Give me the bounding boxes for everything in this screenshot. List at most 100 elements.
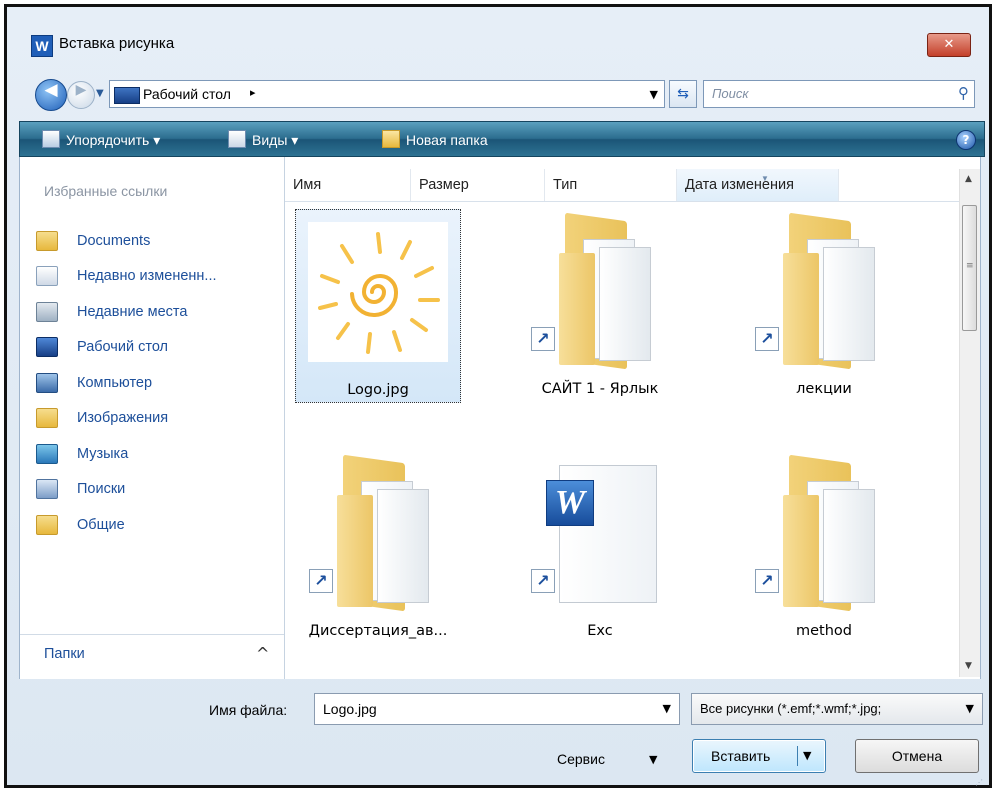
address-dropdown-icon[interactable]: ▼: [650, 88, 658, 101]
shortcut-arrow-icon: ↗: [755, 327, 779, 351]
vertical-scrollbar[interactable]: ▲ ≡ ▼: [959, 169, 980, 677]
address-bar[interactable]: Рабочий стол ▸ ▼: [109, 80, 665, 108]
scroll-up-icon[interactable]: ▲: [965, 174, 972, 184]
folders-label: Папки: [44, 646, 85, 662]
file-item-method[interactable]: ↗ method: [741, 451, 907, 645]
shortcut-arrow-icon: ↗: [755, 569, 779, 593]
resize-grip-icon[interactable]: ⋰: [975, 778, 983, 787]
folder-front: [337, 495, 373, 607]
file-name: САЙТ 1 - Ярлык: [541, 381, 659, 397]
new-folder-label: Новая папка: [406, 132, 488, 148]
tools-button[interactable]: Сервис: [557, 751, 605, 767]
file-type-value: Все рисунки (*.emf;*.wmf;*.jpg;: [700, 701, 882, 716]
dialog-footer: Имя файла: Logo.jpg ▼ Все рисунки (*.emf…: [19, 679, 985, 789]
favorite-links-heading: Избранные ссылки: [44, 183, 168, 199]
organize-label: Упорядочить ▾: [66, 132, 161, 148]
searches-icon: [36, 479, 58, 500]
sidebar-item-recently-changed[interactable]: Недавно измененн...: [36, 259, 217, 295]
navigation-bar: ◀ ▶ ▼ Рабочий стол ▸ ▼ ⇆ Поиск ⚲: [27, 75, 975, 111]
sidebar-item-recent-places[interactable]: Недавние места: [36, 294, 217, 330]
file-item-logo[interactable]: Logo.jpg: [295, 209, 461, 403]
folder-icon: [781, 212, 875, 370]
file-item-exc[interactable]: W ↗ Exc: [517, 451, 683, 645]
close-button[interactable]: ✕: [927, 33, 971, 57]
file-name: Logo.jpg: [347, 382, 409, 398]
sidebar-item-public[interactable]: Общие: [36, 507, 217, 543]
folder-front: [559, 253, 595, 365]
sidebar-item-label: Музыка: [77, 445, 129, 462]
search-placeholder: Поиск: [712, 86, 749, 101]
folders-toggle[interactable]: Папки ^: [20, 634, 284, 679]
sidebar-item-documents[interactable]: Documents: [36, 223, 217, 259]
recent-places-icon: [36, 301, 58, 322]
music-icon: [36, 443, 58, 464]
column-name[interactable]: Имя: [285, 169, 411, 201]
chevron-down-icon[interactable]: ▼: [649, 753, 657, 766]
sidebar-item-computer[interactable]: Компьютер: [36, 365, 217, 401]
organize-button[interactable]: Упорядочить ▾: [42, 130, 160, 149]
folder-icon: [781, 454, 875, 612]
views-icon: [228, 130, 246, 148]
folder-icon: [36, 514, 58, 535]
file-list-pane: Имя Размер Тип ▼ Дата изменения ▲ ≡ ▼ Lo…: [285, 157, 981, 679]
favorite-links-list: Documents Недавно измененн... Недавние м…: [36, 223, 217, 543]
recent-icon: [36, 266, 58, 287]
filename-value[interactable]: Logo.jpg: [323, 701, 377, 717]
filename-input[interactable]: Logo.jpg ▼: [314, 693, 680, 725]
folder-page: [599, 247, 651, 361]
navigation-pane: Избранные ссылки Documents Недавно измен…: [19, 157, 285, 679]
grip-icon: ≡: [966, 261, 974, 271]
shortcut-arrow-icon: ↗: [531, 327, 555, 351]
help-icon[interactable]: ?: [956, 130, 976, 150]
address-path[interactable]: Рабочий стол: [143, 86, 231, 102]
chevron-down-icon[interactable]: ▼: [663, 702, 671, 715]
file-item-site-shortcut[interactable]: ↗ САЙТ 1 - Ярлык: [517, 209, 683, 403]
chevron-down-icon[interactable]: ▼: [966, 702, 974, 715]
new-folder-icon: [382, 130, 400, 148]
column-size[interactable]: Размер: [411, 169, 545, 201]
word-icon: W: [546, 480, 594, 526]
file-item-dissertation[interactable]: ↗ Диссертация_ав...: [295, 451, 461, 645]
column-header-row: Имя Размер Тип ▼ Дата изменения: [285, 169, 960, 202]
views-button[interactable]: Виды ▾: [228, 130, 298, 149]
sidebar-item-music[interactable]: Музыка: [36, 436, 217, 472]
sidebar-item-label: Общие: [77, 516, 125, 533]
file-item-lectures[interactable]: ↗ лекции: [741, 209, 907, 403]
file-name: method: [796, 623, 852, 639]
window-title: Вставка рисунка: [59, 35, 175, 52]
folder-front: [783, 495, 819, 607]
file-name: Exc: [587, 623, 613, 639]
recent-pages-dropdown-icon[interactable]: ▼: [96, 88, 104, 99]
desktop-icon: [36, 337, 58, 358]
folder-icon: [335, 454, 429, 612]
search-icon[interactable]: ⚲: [958, 84, 969, 102]
search-input[interactable]: Поиск ⚲: [703, 80, 975, 108]
chevron-up-icon[interactable]: ^: [256, 644, 269, 663]
file-type-select[interactable]: Все рисунки (*.emf;*.wmf;*.jpg; ▼: [691, 693, 983, 725]
scroll-down-icon[interactable]: ▼: [965, 661, 972, 671]
refresh-button[interactable]: ⇆: [669, 80, 697, 108]
desktop-icon: [114, 87, 140, 104]
sidebar-item-desktop[interactable]: Рабочий стол: [36, 330, 217, 366]
insert-button[interactable]: Вставить ▼: [692, 739, 826, 773]
shortcut-arrow-icon: ↗: [309, 569, 333, 593]
cancel-button[interactable]: Отмена: [855, 739, 979, 773]
organize-icon: [42, 130, 60, 148]
command-toolbar: Упорядочить ▾ Виды ▾ Новая папка ?: [19, 121, 985, 157]
folder-icon: [36, 230, 58, 251]
new-folder-button[interactable]: Новая папка: [382, 130, 488, 148]
column-date-modified-label: Дата изменения: [685, 177, 794, 193]
split-divider: [797, 746, 798, 766]
sidebar-item-searches[interactable]: Поиски: [36, 472, 217, 508]
sidebar-item-label: Недавно измененн...: [77, 268, 217, 285]
filename-label: Имя файла:: [209, 702, 288, 718]
column-date-modified[interactable]: ▼ Дата изменения: [677, 169, 839, 201]
scrollbar-thumb[interactable]: ≡: [962, 205, 977, 331]
forward-button[interactable]: ▶: [67, 81, 95, 109]
back-button[interactable]: ◀: [35, 79, 67, 111]
chevron-down-icon[interactable]: ▼: [803, 749, 811, 762]
breadcrumb-arrow-icon[interactable]: ▸: [250, 86, 256, 99]
column-type[interactable]: Тип: [545, 169, 677, 201]
sidebar-item-label: Рабочий стол: [77, 339, 169, 356]
sidebar-item-pictures[interactable]: Изображения: [36, 401, 217, 437]
